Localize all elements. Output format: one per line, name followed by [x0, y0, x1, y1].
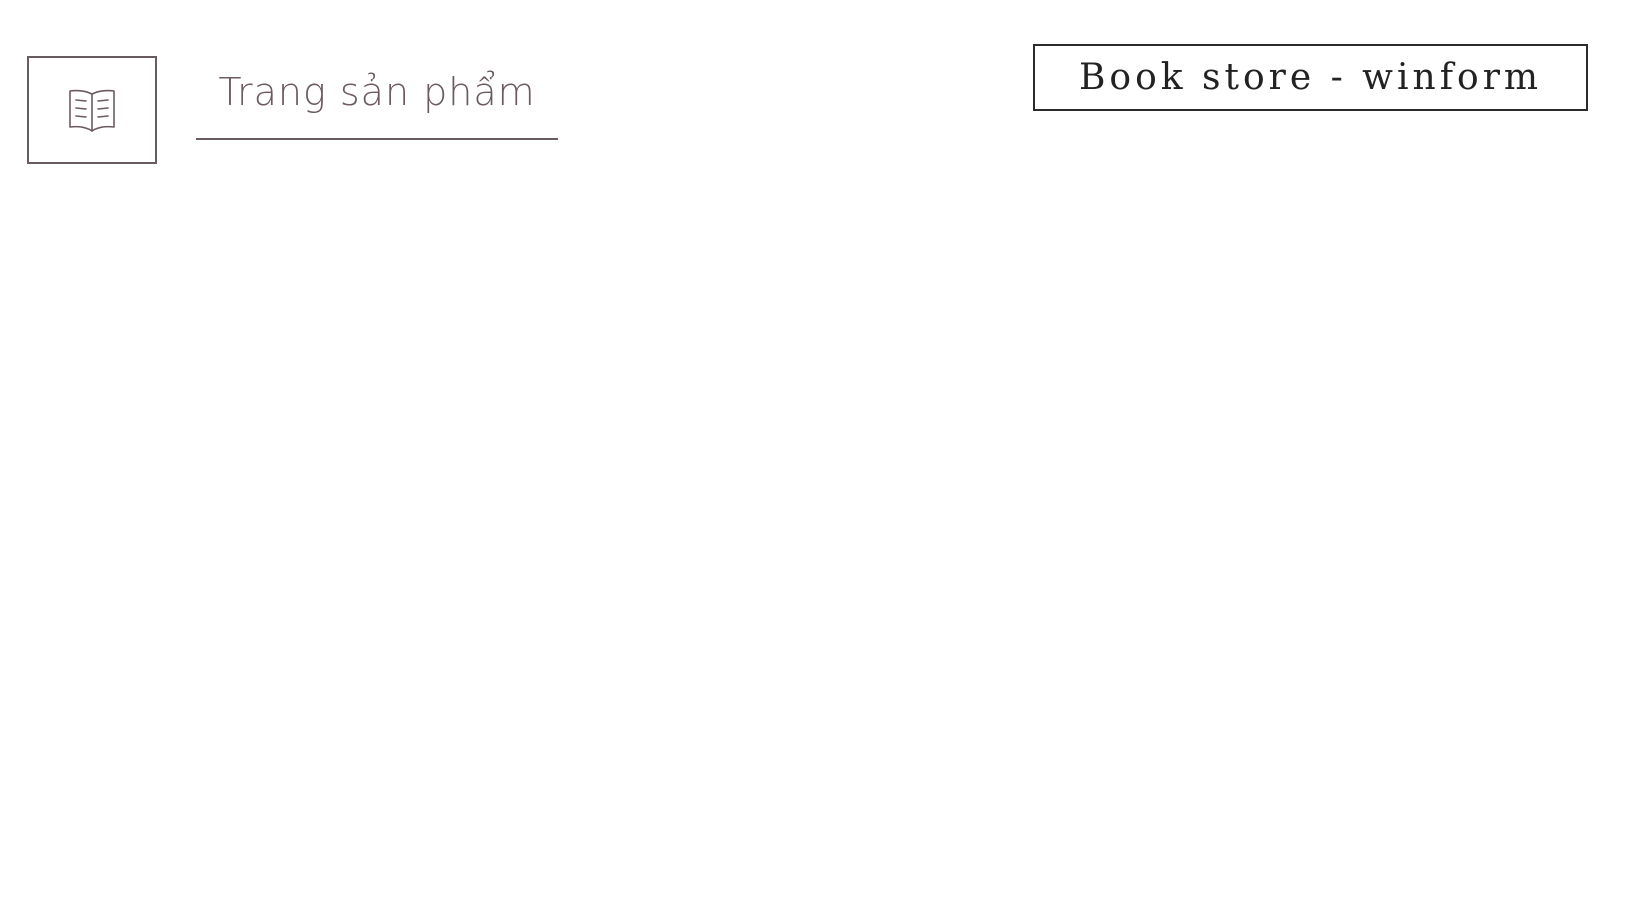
- product-page: Trang sản phẩm Book store - winform: [0, 0, 1640, 924]
- open-book-icon: [69, 89, 115, 132]
- page-title: Trang sản phẩm: [196, 60, 558, 140]
- brand-label: Book store - winform: [1033, 44, 1588, 111]
- book-logo[interactable]: [27, 56, 157, 164]
